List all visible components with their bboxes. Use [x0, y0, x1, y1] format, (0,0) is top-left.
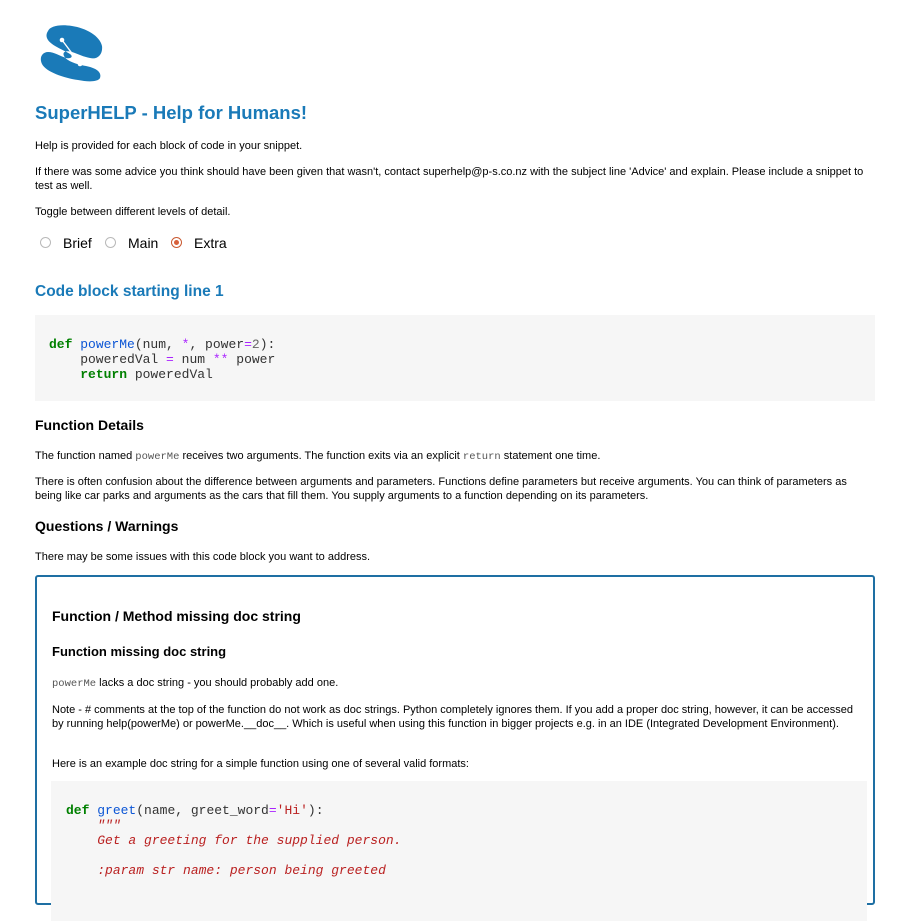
warning-box: Function / Method missing doc string Fun… [35, 575, 875, 921]
radio-extra[interactable]: Extra [171, 234, 227, 252]
radio-button-icon[interactable] [105, 236, 116, 248]
questions-heading: Questions / Warnings [35, 518, 179, 534]
radio-button-icon[interactable] [40, 236, 51, 248]
inline-code: powerMe [52, 678, 97, 690]
radio-main[interactable]: Main [105, 234, 158, 252]
text-fragment: statement one time. [500, 450, 601, 462]
radio-label[interactable]: Extra [194, 234, 227, 252]
warning-heading: Function / Method missing doc string [52, 608, 301, 624]
superhelp-logo-icon [40, 25, 103, 82]
advice-text: If there was some advice you think shoul… [35, 166, 864, 192]
text-fragment: The function named [35, 450, 136, 462]
code-block: def powerMe(num, *, power=2): poweredVal… [35, 315, 875, 401]
radio-button-selected-icon[interactable] [171, 236, 182, 248]
radio-label[interactable]: Brief [63, 234, 92, 252]
missing-docstring-text: powerMe lacks a doc string - you should … [52, 676, 338, 691]
docstring-example-code: def greet(name, greet_word='Hi'): """ Ge… [51, 781, 867, 921]
arguments-explanation: There is often confusion about the diffe… [35, 476, 847, 502]
warning-subheading: Function missing doc string [52, 644, 227, 659]
superhelp-page: SuperHELP - Help for Humans! Help is pro… [0, 0, 904, 921]
inline-code: return [462, 451, 501, 463]
function-summary: The function named powerMe receives two … [35, 449, 600, 464]
page-title: SuperHELP - Help for Humans! [35, 102, 308, 123]
function-details-heading: Function Details [35, 417, 144, 433]
code-block-heading: Code block starting line 1 [35, 283, 224, 300]
text-fragment: lacks a doc string - you should probably… [96, 677, 339, 689]
intro-text: Help is provided for each block of code … [35, 140, 303, 152]
toggle-instruction: Toggle between different levels of detai… [35, 206, 231, 218]
inline-code: powerMe [135, 451, 180, 463]
radio-label[interactable]: Main [128, 234, 158, 252]
docstring-example-intro: Here is an example doc string for a simp… [52, 758, 469, 770]
text-fragment: receives two arguments. The function exi… [179, 450, 463, 462]
radio-brief[interactable]: Brief [40, 234, 92, 252]
questions-intro: There may be some issues with this code … [35, 551, 371, 563]
docstring-note: Note - # comments at the top of the func… [52, 704, 853, 730]
